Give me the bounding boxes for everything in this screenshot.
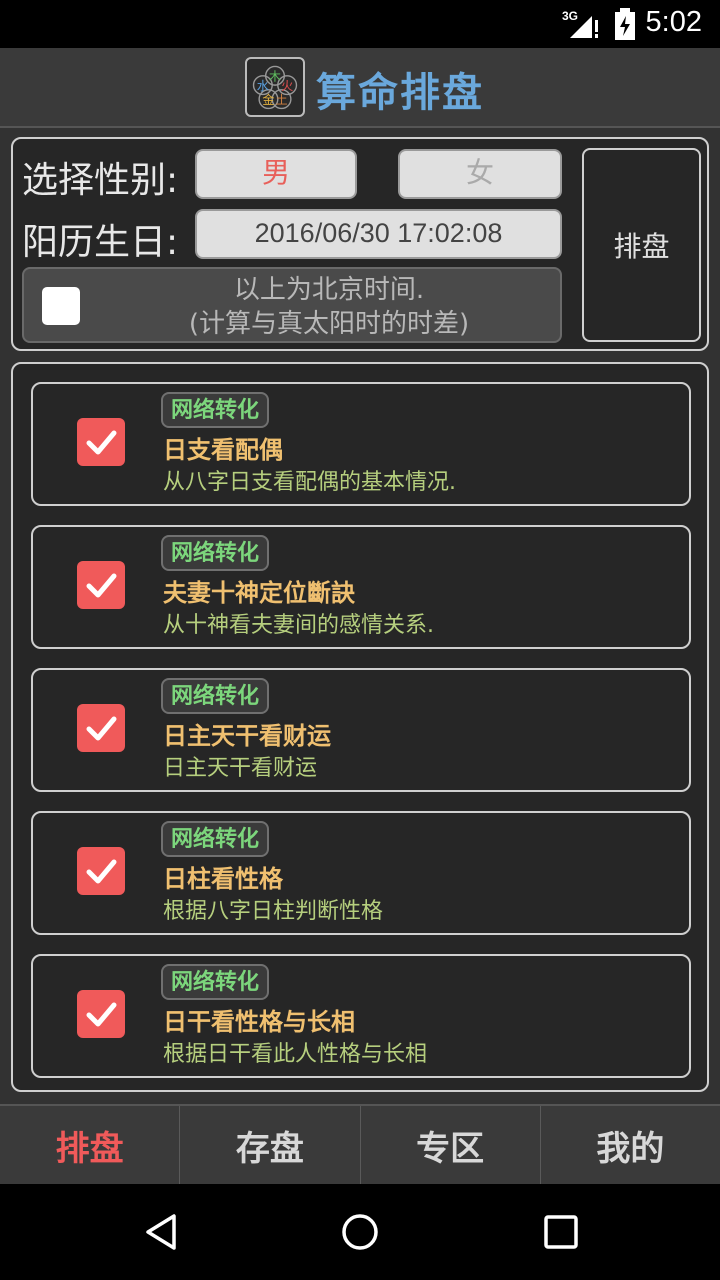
item-title: 日干看性格与长相	[163, 1008, 355, 1036]
bottom-tab-bar: 排盘 存盘 专区 我的	[0, 1104, 720, 1184]
item-description: 从十神看夫妻间的感情关系.	[163, 613, 434, 638]
gender-label: 选择性别:	[22, 160, 179, 201]
status-bar: 3G 5:02	[0, 0, 720, 48]
true-solar-time-checkbox[interactable]	[42, 287, 80, 325]
item-checkbox[interactable]	[77, 561, 125, 609]
tab-chart[interactable]: 排盘	[0, 1106, 181, 1184]
item-description: 日主天干看财运	[163, 756, 318, 781]
cast-chart-button[interactable]: 排盘	[582, 148, 701, 342]
item-description: 根据八字日柱判断性格	[163, 899, 384, 924]
gender-female-button[interactable]: 女	[398, 149, 562, 199]
birth-info-panel: 选择性别: 男 女 阳历生日: 2016/06/30 17:02:08 以上为北…	[11, 137, 709, 351]
list-item[interactable]: 网络转化 日主天干看财运 日主天干看财运	[31, 668, 691, 792]
list-item[interactable]: 网络转化 夫妻十神定位斷訣 从十神看夫妻间的感情关系.	[31, 525, 691, 649]
timezone-note-line1: 以上为北京时间.	[233, 275, 425, 305]
clock: 5:02	[645, 6, 702, 38]
item-checkbox[interactable]	[77, 418, 125, 466]
item-title: 夫妻十神定位斷訣	[163, 579, 355, 607]
item-title: 日支看配偶	[163, 436, 283, 464]
list-item[interactable]: 网络转化 日柱看性格 根据八字日柱判断性格	[31, 811, 691, 935]
source-tag: 网络转化	[161, 535, 270, 571]
svg-text:木: 木	[269, 69, 281, 83]
list-item[interactable]: 网络转化 日支看配偶 从八字日支看配偶的基本情况.	[31, 382, 691, 506]
item-description: 从八字日支看配偶的基本情况.	[163, 470, 456, 495]
item-title: 日主天干看财运	[163, 722, 331, 750]
source-tag: 网络转化	[161, 392, 270, 428]
item-checkbox[interactable]	[77, 704, 125, 752]
tab-zone[interactable]: 专区	[361, 1106, 541, 1184]
source-tag: 网络转化	[161, 821, 270, 857]
item-title: 日柱看性格	[163, 865, 283, 893]
source-tag: 网络转化	[161, 678, 270, 714]
checkmark-icon	[86, 430, 117, 455]
svg-text:火: 火	[281, 79, 293, 93]
svg-text:土: 土	[275, 93, 287, 107]
item-description: 根据日干看此人性格与长相	[163, 1042, 428, 1067]
item-checkbox[interactable]	[77, 847, 125, 895]
tab-saved[interactable]: 存盘	[180, 1106, 361, 1184]
app-title: 算命排盘	[316, 70, 484, 116]
svg-text:金: 金	[262, 92, 274, 107]
recents-icon[interactable]	[541, 1212, 581, 1252]
tab-mine[interactable]: 我的	[541, 1106, 720, 1184]
timezone-note-line2: (计算与真太阳时的时差)	[188, 309, 470, 339]
checkmark-icon	[86, 1002, 117, 1027]
battery-icon	[615, 8, 635, 40]
source-tag: 网络转化	[161, 964, 270, 1000]
checkmark-icon	[86, 716, 117, 741]
timezone-note: 以上为北京时间. (计算与真太阳时的时差)	[114, 273, 544, 341]
checkmark-icon	[86, 859, 117, 884]
checkmark-icon	[86, 573, 117, 598]
back-icon[interactable]	[142, 1212, 182, 1252]
svg-text:水: 水	[257, 79, 269, 93]
beijing-time-option[interactable]: 以上为北京时间. (计算与真太阳时的时差)	[22, 267, 562, 343]
gender-male-button[interactable]: 男	[195, 149, 357, 199]
birthday-label: 阳历生日:	[22, 222, 179, 263]
birthday-field[interactable]: 2016/06/30 17:02:08	[195, 209, 562, 259]
wuxing-logo-icon: 木 火 水 金 土	[245, 57, 305, 117]
item-checkbox[interactable]	[77, 990, 125, 1038]
network-type-label: 3G	[562, 9, 578, 23]
analysis-list: 网络转化 日支看配偶 从八字日支看配偶的基本情况. 网络转化 夫妻十神定位斷訣 …	[11, 362, 709, 1092]
list-item[interactable]: 网络转化 日干看性格与长相 根据日干看此人性格与长相	[31, 954, 691, 1078]
system-nav-bar	[0, 1184, 720, 1280]
signal-icon: 3G	[562, 9, 598, 38]
home-icon[interactable]	[340, 1212, 380, 1252]
app-header: 木 火 水 金 土 算命排盘	[0, 48, 720, 128]
